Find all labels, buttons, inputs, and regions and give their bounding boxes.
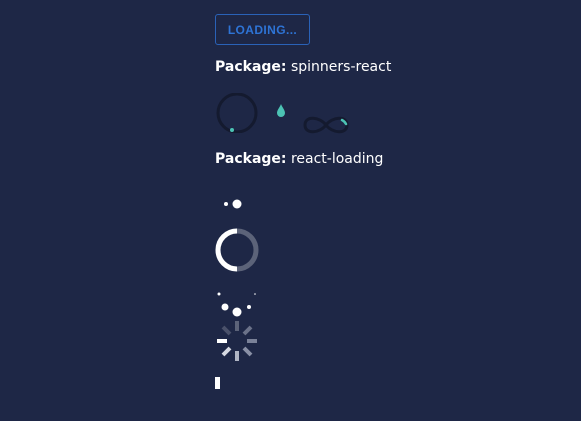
bubbles-loader-icon (224, 199, 242, 209)
package-name: react-loading (290, 151, 384, 167)
spinning-bubbles-loader-icon (217, 292, 256, 317)
infinity-spinner-icon (303, 116, 349, 134)
circular-spinner-icon (216, 93, 258, 133)
package-line-react-loading: Package: react-loading (215, 150, 383, 168)
package-name: spinners-react (290, 59, 392, 75)
spokes-loader-icon (217, 321, 257, 361)
loading-button[interactable]: LOADING... (215, 14, 310, 45)
bars-loader-icon (215, 377, 220, 389)
package-label: Package: (215, 59, 287, 75)
spin-loader-icon (215, 228, 259, 272)
package-line-spinners-react: Package: spinners-react (215, 58, 391, 76)
droplet-spinner-icon (277, 104, 285, 117)
package-label: Package: (215, 151, 287, 167)
